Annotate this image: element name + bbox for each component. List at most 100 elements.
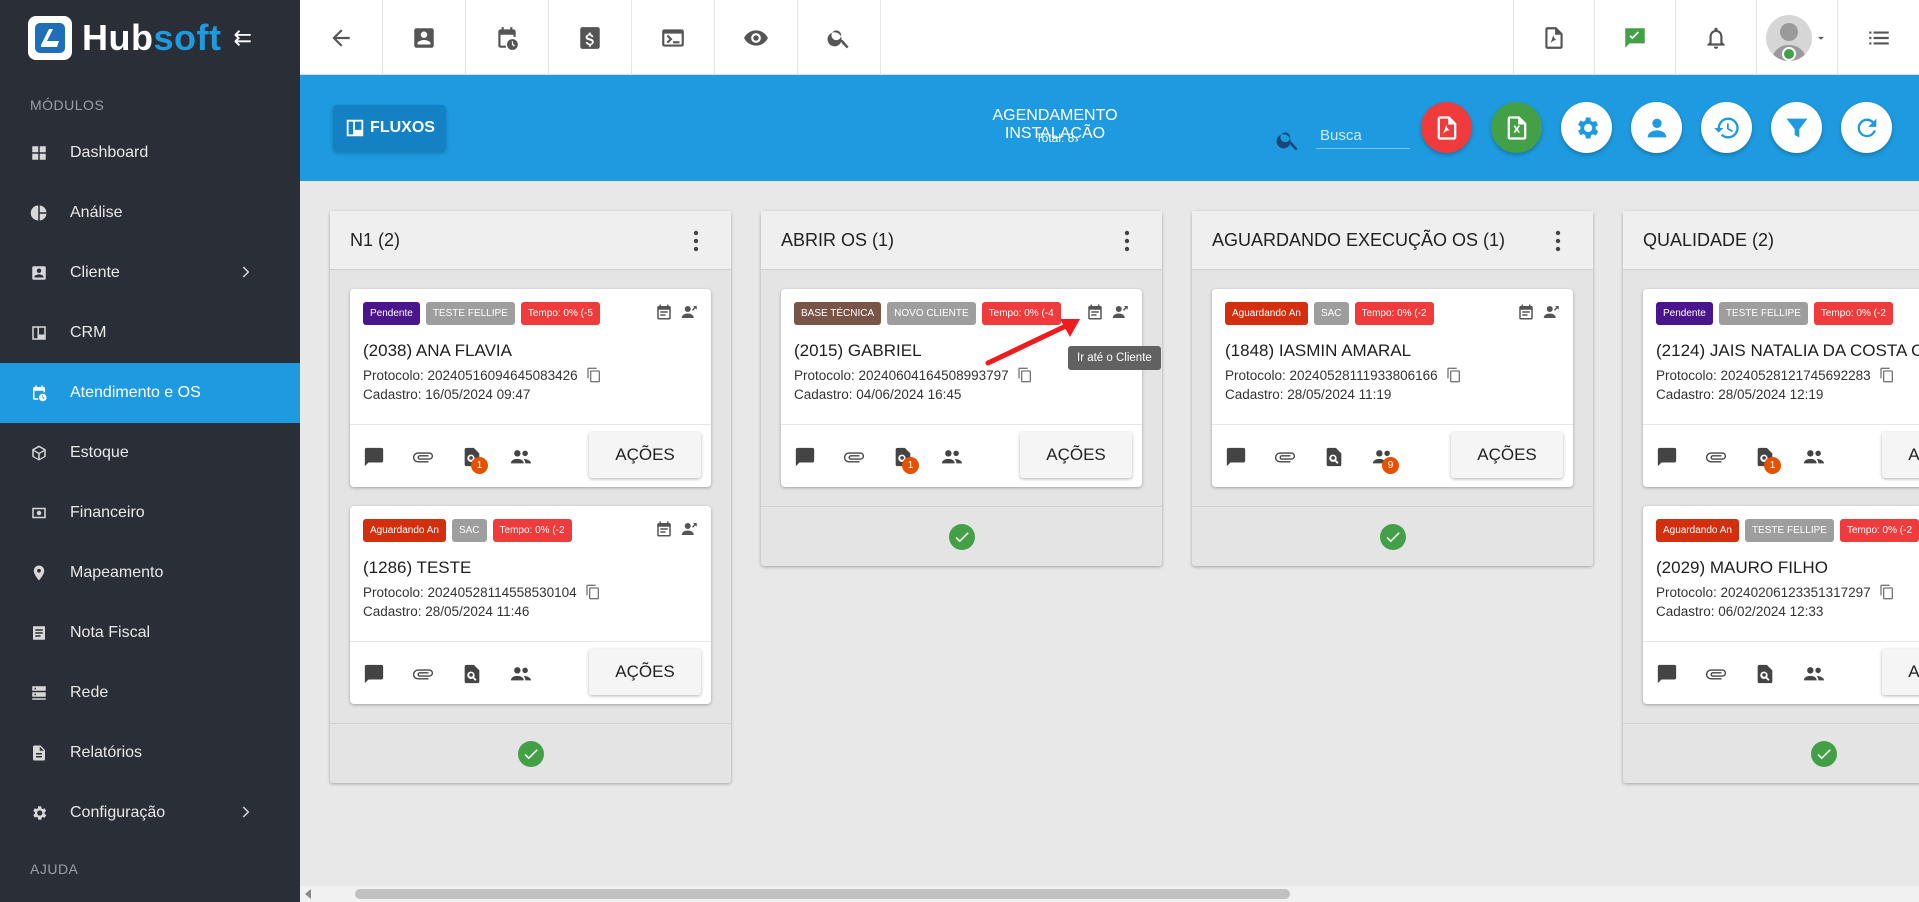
search-shortcut-button[interactable]	[798, 0, 881, 75]
fluxos-button[interactable]: FLUXOS	[333, 105, 446, 151]
service-orders-button[interactable]	[461, 663, 485, 687]
participants-button[interactable]	[510, 663, 534, 687]
service-card[interactable]: Aguardando An SAC Tempo: 0% (-2 (1286) TEST…	[350, 506, 711, 704]
more-vert-icon[interactable]	[1548, 229, 1568, 253]
client-shortcut-button[interactable]	[383, 0, 466, 75]
complete-button[interactable]	[948, 523, 975, 550]
more-vert-icon[interactable]	[686, 229, 706, 253]
schedule-shortcut-button[interactable]	[466, 0, 549, 75]
view-shortcut-button[interactable]	[715, 0, 798, 75]
card-registration-date: Cadastro: 28/05/2024 12:19	[1656, 387, 1824, 402]
complete-button[interactable]	[1379, 523, 1406, 550]
go-to-client-button[interactable]	[681, 303, 699, 326]
collapse-sidebar-icon[interactable]: ⇇	[233, 25, 251, 51]
copy-button[interactable]	[577, 584, 601, 600]
sidebar-item-dashboard[interactable]: Dashboard	[0, 123, 300, 183]
comments-button[interactable]	[363, 446, 387, 470]
service-orders-button[interactable]: 1	[1754, 446, 1781, 474]
comment-icon	[364, 447, 384, 467]
export-pdf-button[interactable]	[1421, 102, 1472, 153]
main-menu-button[interactable]	[1837, 0, 1919, 75]
scrollbar-thumb[interactable]	[355, 889, 1290, 899]
service-orders-button[interactable]: 1	[461, 446, 488, 474]
comments-button[interactable]	[1225, 446, 1249, 470]
comments-button[interactable]	[1656, 663, 1680, 687]
participants-button[interactable]	[1803, 446, 1827, 470]
service-card[interactable]: Pendente TESTE FELLIPE Tempo: 0% (-2 (2124)…	[1643, 289, 1919, 487]
acoes-button[interactable]: AÇÕES	[589, 432, 701, 478]
scroll-left-icon[interactable]	[305, 889, 313, 899]
filter-button[interactable]	[1771, 102, 1822, 153]
sidebar-item-crm[interactable]: CRM	[0, 303, 300, 363]
attachments-button[interactable]	[412, 446, 436, 470]
copy-button[interactable]	[1009, 367, 1033, 383]
horizontal-scrollbar[interactable]	[300, 886, 1919, 902]
sidebar-item-mapeamento[interactable]: Mapeamento	[0, 543, 300, 603]
go-to-client-button[interactable]	[1543, 303, 1561, 326]
status-tag: Aguardando An	[363, 519, 446, 542]
comments-button[interactable]	[363, 663, 387, 687]
sidebar-item-configura-o[interactable]: Configuração	[0, 783, 300, 843]
acoes-button[interactable]: AÇÕES	[1020, 432, 1132, 478]
copy-button[interactable]	[1871, 584, 1895, 600]
back-button[interactable]	[300, 0, 383, 75]
schedule-button[interactable]	[655, 303, 673, 326]
people-icon	[510, 667, 532, 681]
attachments-button[interactable]	[1705, 663, 1729, 687]
attachments-button[interactable]	[1274, 446, 1298, 470]
sidebar-item-estoque[interactable]: Estoque	[0, 423, 300, 483]
history-button[interactable]	[1701, 102, 1752, 153]
pdf-button[interactable]	[1513, 0, 1594, 75]
service-orders-button[interactable]: 1	[892, 446, 919, 474]
participants-button[interactable]	[1803, 663, 1827, 687]
sidebar-item-cliente[interactable]: Cliente	[0, 243, 300, 303]
attachments-button[interactable]	[412, 663, 436, 687]
sidebar-item-an-lise[interactable]: Análise	[0, 183, 300, 243]
refresh-button[interactable]	[1841, 102, 1892, 153]
user-filter-button[interactable]	[1631, 102, 1682, 153]
participants-button[interactable]	[941, 446, 965, 470]
schedule-button[interactable]	[655, 520, 673, 543]
kanban-column: QUALIDADE (2) Pendente TESTE FELLIPE Tempo:…	[1623, 211, 1919, 783]
search-icon	[827, 29, 849, 48]
service-card[interactable]: Pendente TESTE FELLIPE Tempo: 0% (-5 (2038)…	[350, 289, 711, 487]
acoes-button[interactable]: AÇÕES	[589, 649, 701, 695]
complete-button[interactable]	[517, 740, 544, 767]
schedule-button[interactable]	[1517, 303, 1535, 326]
sidebar-item-relat-rios[interactable]: Relatórios	[0, 723, 300, 783]
terminal-shortcut-button[interactable]	[632, 0, 715, 75]
service-orders-button[interactable]	[1323, 446, 1347, 470]
copy-button[interactable]	[1871, 367, 1895, 383]
user-menu-button[interactable]	[1756, 0, 1837, 75]
attachments-button[interactable]	[1705, 446, 1729, 470]
more-vert-icon[interactable]	[1117, 229, 1137, 253]
go-to-client-button[interactable]	[681, 520, 699, 543]
participants-button[interactable]: 9	[1372, 446, 1399, 474]
service-orders-button[interactable]	[1754, 663, 1778, 687]
complete-button[interactable]	[1810, 740, 1837, 767]
settings-button[interactable]	[1561, 102, 1612, 153]
comments-button[interactable]	[1656, 446, 1680, 470]
go-to-client-button[interactable]	[1112, 303, 1130, 326]
kanban-column: ABRIR OS (1) BASE TÉCNICA NOVO CLIENTE Temp…	[761, 211, 1162, 566]
service-card[interactable]: Aguardando An TESTE FELLIPE Tempo: 0% (-2 (…	[1643, 506, 1919, 704]
sidebar-item-financeiro[interactable]: Financeiro	[0, 483, 300, 543]
card-protocol: Protocolo: 20240528121745692283	[1656, 367, 1895, 383]
comments-button[interactable]	[794, 446, 818, 470]
export-excel-button[interactable]	[1491, 102, 1542, 153]
approval-button[interactable]	[1594, 0, 1675, 75]
service-card[interactable]: Aguardando An SAC Tempo: 0% (-2 (1848) IASM…	[1212, 289, 1573, 487]
acoes-button[interactable]: AÇÕES	[1882, 432, 1919, 478]
notifications-button[interactable]	[1675, 0, 1756, 75]
sidebar-item-nota-fiscal[interactable]: Nota Fiscal	[0, 603, 300, 663]
sidebar-item-atendimento-e-os[interactable]: Atendimento e OS	[0, 363, 300, 423]
acoes-button[interactable]: AÇÕES	[1451, 432, 1563, 478]
acoes-button[interactable]: AÇÕES	[1882, 649, 1919, 695]
copy-button[interactable]	[578, 367, 602, 383]
attachments-button[interactable]	[843, 446, 867, 470]
financial-shortcut-button[interactable]	[549, 0, 632, 75]
participants-button[interactable]	[510, 446, 534, 470]
sidebar-item-rede[interactable]: Rede	[0, 663, 300, 723]
copy-button[interactable]	[1438, 367, 1462, 383]
search-input[interactable]	[1316, 123, 1410, 149]
